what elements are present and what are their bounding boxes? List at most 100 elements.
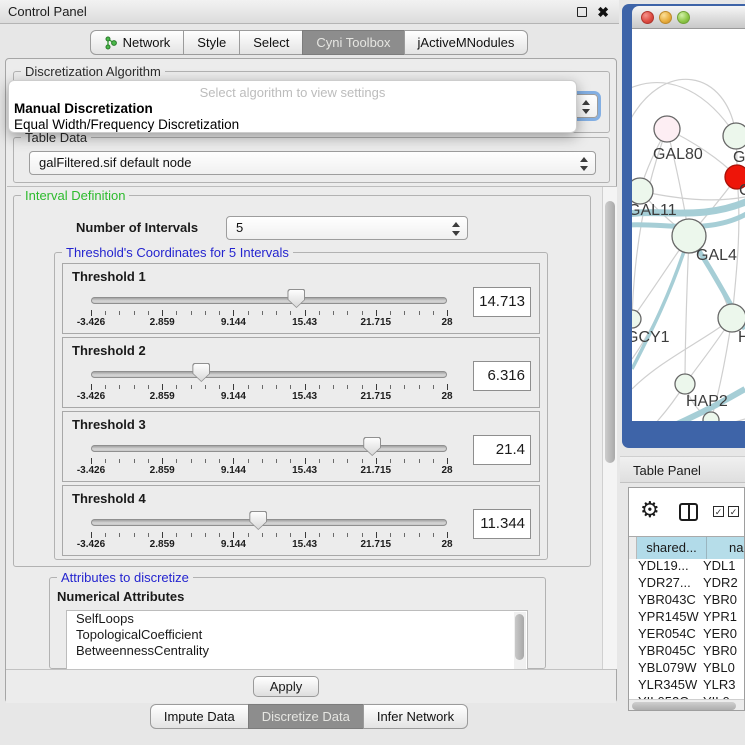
slider-track[interactable] xyxy=(91,519,447,526)
cell-name[interactable]: YER0 xyxy=(699,626,737,641)
dropdown-item-manual-discretization[interactable]: Manual Discretization xyxy=(9,101,576,117)
slider-track[interactable] xyxy=(91,445,447,452)
apply-button[interactable]: Apply xyxy=(253,676,319,697)
tab-impute-data[interactable]: Impute Data xyxy=(150,704,249,729)
cell-shared-name[interactable]: YBL079W xyxy=(629,660,699,675)
network-node-gal80[interactable] xyxy=(654,116,680,142)
close-traffic-light-icon[interactable] xyxy=(641,11,654,24)
node-label: GAL4 xyxy=(696,247,737,264)
threshold-value-field[interactable]: 6.316 xyxy=(473,361,531,391)
cell-shared-name[interactable]: YBR045C xyxy=(629,643,699,658)
node-label: GAL11 xyxy=(632,202,677,219)
table-row[interactable]: YER054CYER0 xyxy=(629,626,745,643)
dropdown-item-equal-width-frequency-discretization[interactable]: Equal Width/Frequency Discretization xyxy=(9,117,576,133)
network-node-gcy1[interactable] xyxy=(632,310,641,328)
node-label: HAP2 xyxy=(686,393,728,410)
cell-name[interactable]: YPR1 xyxy=(699,609,737,624)
cell-name[interactable]: YBR0 xyxy=(699,643,737,658)
node-label: GCY1 xyxy=(632,329,670,346)
combo-stepper-icon xyxy=(581,98,591,116)
slider-track[interactable] xyxy=(91,297,447,304)
column-header-shared-name[interactable]: shared... xyxy=(637,537,707,559)
checkbox-icon[interactable]: ✓ xyxy=(728,506,739,517)
cell-shared-name[interactable]: YDR27... xyxy=(629,575,699,590)
network-graph[interactable]: GAL80G.CGAL11GAL4GCY1HHAP2 xyxy=(632,29,745,421)
table-data-group: Table Data galFiltered.sif default node xyxy=(13,137,610,183)
slider[interactable]: -3.4262.8599.14415.4321.71528 xyxy=(91,412,447,481)
cell-name[interactable]: YLR3 xyxy=(699,677,736,692)
network-node-gal11[interactable] xyxy=(632,178,653,204)
network-window-titlebar[interactable] xyxy=(632,6,745,29)
table-row[interactable]: YDL19...YDL1 xyxy=(629,558,745,575)
tab-infer-network[interactable]: Infer Network xyxy=(363,704,468,729)
slider[interactable]: -3.4262.8599.14415.4321.71528 xyxy=(91,338,447,407)
close-icon[interactable]: ✖ xyxy=(597,3,609,21)
attribute-item-selfloops[interactable]: SelfLoops xyxy=(67,611,527,627)
cell-shared-name[interactable]: YPR145W xyxy=(629,609,699,624)
slider-ticks xyxy=(91,458,447,465)
table-row[interactable]: YDR27...YDR2 xyxy=(629,575,745,592)
attribute-item-topologicalcoefficient[interactable]: TopologicalCoefficient xyxy=(67,627,527,643)
vertical-scrollbar[interactable] xyxy=(602,187,617,669)
table-row[interactable]: YBR045CYBR0 xyxy=(629,643,745,660)
horizontal-scrollbar[interactable] xyxy=(629,699,745,711)
table-row[interactable]: YPR145WYPR1 xyxy=(629,609,745,626)
threshold-panel-threshold-4: Threshold 4-3.4262.8599.14415.4321.71528… xyxy=(62,485,540,556)
cell-name[interactable]: YBL0 xyxy=(699,660,735,675)
thresholds-group: Threshold's Coordinates for 5 Intervals … xyxy=(54,252,548,560)
group-title: Threshold's Coordinates for 5 Intervals xyxy=(62,245,293,260)
cell-shared-name[interactable]: YDL19... xyxy=(629,558,699,573)
attribute-item-betweennesscentrality[interactable]: BetweennessCentrality xyxy=(67,643,527,659)
tab-cyni-toolbox[interactable]: Cyni Toolbox xyxy=(302,30,404,55)
slider-thumb[interactable] xyxy=(249,511,267,530)
cell-shared-name[interactable]: YLR345W xyxy=(629,677,699,692)
tab-jactivemnodules[interactable]: jActiveMNodules xyxy=(404,30,529,55)
threshold-panel-threshold-3: Threshold 3-3.4262.8599.14415.4321.71528… xyxy=(62,411,540,482)
combo-stepper-icon xyxy=(451,220,461,238)
list-scrollbar[interactable] xyxy=(514,612,526,669)
network-node-h[interactable] xyxy=(718,304,745,332)
tab-style[interactable]: Style xyxy=(183,30,240,55)
slider[interactable]: -3.4262.8599.14415.4321.71528 xyxy=(91,486,447,555)
network-canvas[interactable]: GAL80G.CGAL11GAL4GCY1HHAP2 xyxy=(632,29,745,421)
cell-name[interactable]: YDL1 xyxy=(699,558,736,573)
slider-track[interactable] xyxy=(91,371,447,378)
cyni-toolbox-panel: Discretization Algorithm Table Data galF… xyxy=(5,58,617,703)
float-window-icon[interactable] xyxy=(577,7,587,17)
tab-network[interactable]: Network xyxy=(90,30,185,55)
slider-scale-labels: -3.4262.8599.14415.4321.71528 xyxy=(91,391,447,403)
numerical-attributes-list[interactable]: SelfLoopsTopologicalCoefficientBetweenne… xyxy=(66,610,528,669)
columns-icon[interactable] xyxy=(679,503,698,521)
number-of-intervals-combo[interactable]: 5 xyxy=(226,216,468,240)
cell-shared-name[interactable]: YBR043C xyxy=(629,592,699,607)
slider-thumb[interactable] xyxy=(192,363,210,382)
tab-select[interactable]: Select xyxy=(239,30,303,55)
table-data-combo[interactable]: galFiltered.sif default node xyxy=(29,151,596,175)
slider-thumb[interactable] xyxy=(287,289,305,308)
table-row[interactable]: YLR345WYLR3 xyxy=(629,677,745,694)
numerical-attributes-label: Numerical Attributes xyxy=(57,589,184,604)
gear-icon[interactable]: ⚙ xyxy=(640,497,660,523)
attributes-group: Attributes to discretize Numerical Attri… xyxy=(49,577,546,669)
table-row[interactable]: YBR043CYBR0 xyxy=(629,592,745,609)
tab-label: Discretize Data xyxy=(262,709,350,724)
table-row[interactable]: YBL079WYBL0 xyxy=(629,660,745,677)
network-node-hap2[interactable] xyxy=(675,374,695,394)
cell-name[interactable]: YBR0 xyxy=(699,592,737,607)
slider-ticks xyxy=(91,384,447,391)
screen: Control Panel ✖ NetworkStyleSelectCyni T… xyxy=(0,0,745,745)
cell-name[interactable]: YDR2 xyxy=(699,575,738,590)
slider[interactable]: -3.4262.8599.14415.4321.71528 xyxy=(91,264,447,333)
threshold-value-field[interactable]: 11.344 xyxy=(473,509,531,539)
checkbox-icon[interactable]: ✓ xyxy=(713,506,724,517)
threshold-value-field[interactable]: 14.713 xyxy=(473,287,531,317)
cell-shared-name[interactable]: YER054C xyxy=(629,626,699,641)
minimize-traffic-light-icon[interactable] xyxy=(659,11,672,24)
control-panel-titlebar: Control Panel ✖ xyxy=(0,0,619,24)
zoom-traffic-light-icon[interactable] xyxy=(677,11,690,24)
column-header-name[interactable]: na xyxy=(707,537,745,559)
tab-discretize-data[interactable]: Discretize Data xyxy=(248,704,364,729)
network-node-g[interactable] xyxy=(723,123,745,149)
slider-thumb[interactable] xyxy=(363,437,381,456)
threshold-value-field[interactable]: 21.4 xyxy=(473,435,531,465)
